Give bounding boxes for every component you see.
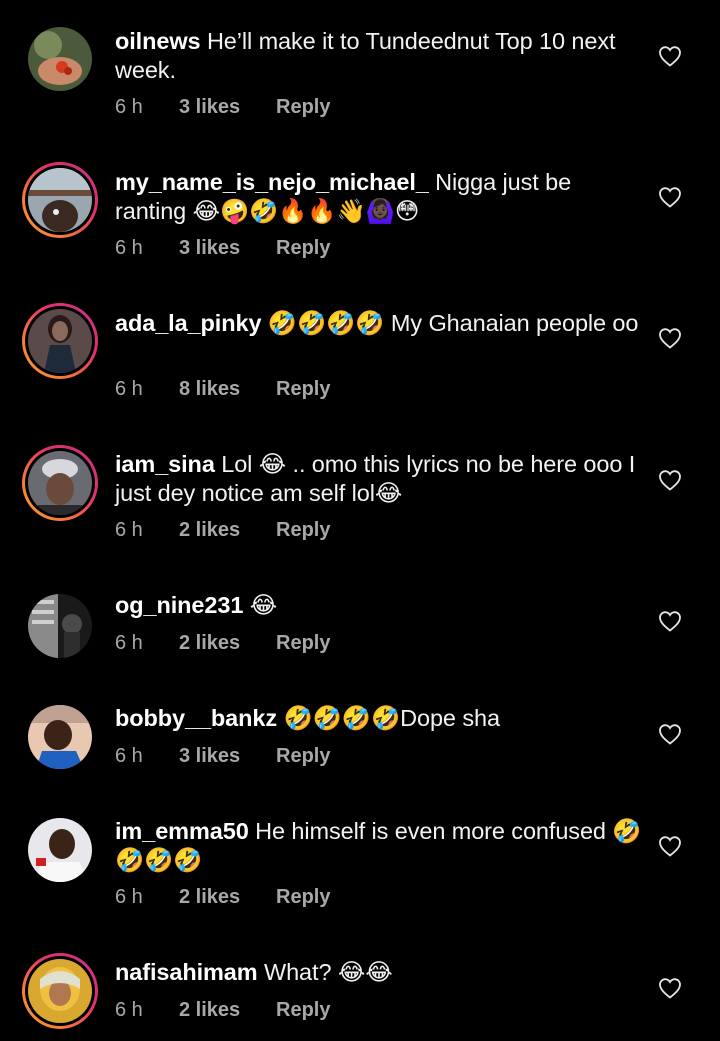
reply-button[interactable]: Reply (276, 96, 330, 119)
comment-body: 🤣🤣🤣🤣Dope sha (283, 705, 500, 731)
heart-outline-icon[interactable] (658, 835, 682, 857)
comment-meta: 6 h 2 likes Reply (115, 632, 330, 655)
comment-likes[interactable]: 2 likes (179, 632, 276, 655)
comment-text: ada_la_pinky 🤣🤣🤣🤣 My Ghanaian people oo (115, 309, 645, 338)
heart-outline-icon[interactable] (658, 469, 682, 491)
comment-time: 6 h (115, 632, 143, 654)
reply-button[interactable]: Reply (276, 745, 330, 768)
reply-button[interactable]: Reply (276, 999, 330, 1022)
avatar[interactable] (28, 594, 92, 658)
comment-meta: 6 h 2 likes Reply (115, 519, 330, 542)
comment-body: 😂 (249, 592, 278, 618)
heart-outline-icon[interactable] (658, 45, 682, 67)
comment-time: 6 h (115, 745, 143, 767)
comment-text: iam_sina Lol 😂 .. omo this lyrics no be … (115, 450, 645, 507)
comment-time: 6 h (115, 886, 143, 908)
comment-meta: 6 h 2 likes Reply (115, 886, 330, 909)
heart-outline-icon[interactable] (658, 977, 682, 999)
comment-username[interactable]: im_emma50 (115, 818, 249, 844)
avatar[interactable] (28, 705, 92, 769)
heart-outline-icon[interactable] (658, 610, 682, 632)
comment-username[interactable]: og_nine231 (115, 592, 243, 618)
reply-button[interactable]: Reply (276, 519, 330, 542)
comment-likes[interactable]: 3 likes (179, 745, 276, 768)
comment-text: nafisahimam What? 😂😂 (115, 958, 645, 987)
reply-button[interactable]: Reply (276, 378, 330, 401)
reply-button[interactable]: Reply (276, 886, 330, 909)
comment-likes[interactable]: 2 likes (179, 519, 276, 542)
heart-outline-icon[interactable] (658, 186, 682, 208)
comment-likes[interactable]: 2 likes (179, 999, 276, 1022)
avatar[interactable] (28, 818, 92, 882)
comment-time: 6 h (115, 519, 143, 541)
avatar[interactable] (22, 953, 98, 1029)
comment-username[interactable]: iam_sina (115, 451, 215, 477)
comment-meta: 6 h 3 likes Reply (115, 237, 330, 260)
comment-username[interactable]: my_name_is_nejo_michael_ (115, 169, 429, 195)
comment-body: What? 😂😂 (264, 959, 393, 985)
comment-likes[interactable]: 3 likes (179, 96, 276, 119)
comment-text: oilnews He’ll make it to Tundeednut Top … (115, 27, 645, 84)
avatar[interactable] (28, 27, 92, 91)
comment-body: 🤣🤣🤣🤣 My Ghanaian people oo (267, 310, 639, 336)
comment-likes[interactable]: 3 likes (179, 237, 276, 260)
comment-time: 6 h (115, 378, 143, 400)
comment-username[interactable]: oilnews (115, 28, 201, 54)
comment-text: og_nine231 😂 (115, 591, 645, 620)
reply-button[interactable]: Reply (276, 237, 330, 260)
avatar[interactable] (22, 162, 98, 238)
comment-time: 6 h (115, 96, 143, 118)
comment-time: 6 h (115, 999, 143, 1021)
avatar[interactable] (22, 445, 98, 521)
comment-likes[interactable]: 2 likes (179, 886, 276, 909)
comment-username[interactable]: nafisahimam (115, 959, 258, 985)
comment-meta: 6 h 2 likes Reply (115, 999, 330, 1022)
comment-meta: 6 h 8 likes Reply (115, 378, 330, 401)
comment-time: 6 h (115, 237, 143, 259)
avatar[interactable] (22, 303, 98, 379)
comment-text: my_name_is_nejo_michael_ Nigga just be r… (115, 168, 645, 225)
reply-button[interactable]: Reply (276, 632, 330, 655)
heart-outline-icon[interactable] (658, 327, 682, 349)
comment-meta: 6 h 3 likes Reply (115, 96, 330, 119)
comment-username[interactable]: ada_la_pinky (115, 310, 262, 336)
comment-username[interactable]: bobby__bankz (115, 705, 277, 731)
comment-likes[interactable]: 8 likes (179, 378, 276, 401)
comment-text: im_emma50 He himself is even more confus… (115, 817, 645, 874)
heart-outline-icon[interactable] (658, 723, 682, 745)
comment-meta: 6 h 3 likes Reply (115, 745, 330, 768)
comment-text: bobby__bankz 🤣🤣🤣🤣Dope sha (115, 704, 645, 733)
